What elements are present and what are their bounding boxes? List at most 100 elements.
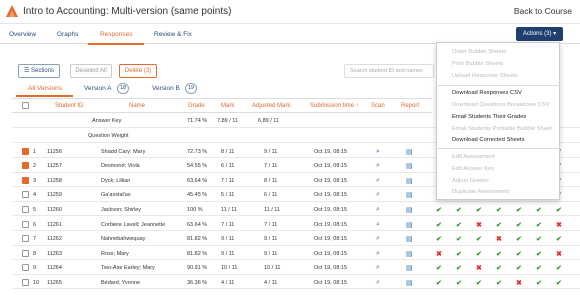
correct-check-icon: ✔ bbox=[496, 279, 502, 287]
report-document-icon[interactable]: ▤ bbox=[406, 235, 413, 243]
menu-item-upload-response-sheets[interactable]: Upload Response Sheets bbox=[452, 73, 518, 79]
report-document-icon[interactable]: ▤ bbox=[406, 177, 413, 185]
student-adjusted-mark: 11 / 11 bbox=[264, 206, 281, 213]
menu-item-email-students-printable-bubble-sheet[interactable]: Email Students Printable Bubble Sheet bbox=[452, 126, 552, 132]
tab-overview[interactable]: Overview bbox=[9, 31, 36, 38]
row-number: 1 bbox=[33, 148, 37, 155]
row-checkbox[interactable] bbox=[22, 162, 29, 170]
scan-search-icon[interactable]: ⌕ bbox=[376, 221, 380, 229]
row-checkbox[interactable] bbox=[22, 249, 29, 257]
student-name: Ross; Mary bbox=[101, 250, 129, 257]
correct-check-icon: ✔ bbox=[536, 279, 542, 287]
student-name: Ga'axstal'as bbox=[101, 192, 131, 199]
row-checkbox[interactable] bbox=[22, 278, 29, 286]
tab-responses[interactable]: Responses bbox=[100, 31, 133, 38]
scan-search-icon[interactable]: ⌕ bbox=[376, 279, 380, 287]
menu-item-email-students-their-grades[interactable]: Email Students Their Grades bbox=[452, 114, 526, 120]
correct-check-icon: ✔ bbox=[456, 236, 462, 244]
correct-check-icon: ✔ bbox=[496, 221, 502, 229]
col-grade[interactable]: Grade bbox=[188, 103, 205, 109]
scan-search-icon[interactable]: ⌕ bbox=[376, 250, 380, 258]
student-adjusted-mark: 7 / 11 bbox=[264, 221, 278, 228]
row-checkbox[interactable] bbox=[22, 220, 29, 228]
tab-version-b[interactable]: Version B bbox=[152, 85, 180, 92]
menu-item-edit-assessment[interactable]: Edit Assessment bbox=[452, 154, 495, 160]
menu-item-download-corrected-sheets[interactable]: Download Corrected Sheets bbox=[452, 137, 525, 143]
report-document-icon[interactable]: ▤ bbox=[406, 162, 413, 170]
col-name[interactable]: Name bbox=[129, 103, 145, 109]
report-document-icon[interactable]: ▤ bbox=[406, 206, 413, 214]
submission-time: Oct 19, 08:15 bbox=[314, 206, 348, 213]
student-grade: 72.73 % bbox=[187, 148, 208, 155]
tab-version-a[interactable]: Version A bbox=[84, 85, 111, 92]
search-input[interactable]: Search student ID and names bbox=[344, 64, 434, 78]
row-checkbox[interactable] bbox=[22, 235, 29, 243]
row-checkbox[interactable] bbox=[22, 147, 29, 155]
row-checkbox[interactable] bbox=[22, 191, 29, 199]
student-name: Bédard; Yvonne bbox=[101, 279, 141, 286]
report-document-icon[interactable]: ▤ bbox=[406, 250, 413, 258]
student-adjusted-mark: 9 / 11 bbox=[264, 236, 278, 243]
menu-item-download-responses-csv[interactable]: Download Responses CSV bbox=[452, 90, 522, 96]
col-submission-time[interactable]: Submission time ↑ bbox=[310, 103, 359, 109]
menu-item-edit-answer-key[interactable]: Edit Answer Key bbox=[452, 166, 494, 172]
col-scan: Scan bbox=[371, 103, 385, 109]
report-document-icon[interactable]: ▤ bbox=[406, 279, 413, 287]
student-id: 11263 bbox=[47, 250, 62, 257]
student-id: 11265 bbox=[47, 279, 62, 286]
report-document-icon[interactable]: ▤ bbox=[406, 221, 413, 229]
correct-check-icon: ✔ bbox=[516, 221, 522, 229]
question-weight-label: Question Weight bbox=[88, 133, 129, 139]
student-adjusted-mark: 10 / 11 bbox=[264, 265, 281, 272]
student-name: Nahnebahwequay bbox=[101, 236, 146, 243]
menu-item-print-bubble-sheets[interactable]: Print Bubble Sheets bbox=[452, 61, 503, 67]
tab-review-fix[interactable]: Review & Fix bbox=[154, 31, 192, 38]
row-checkbox[interactable] bbox=[22, 205, 29, 213]
correct-check-icon: ✔ bbox=[556, 265, 562, 273]
scan-search-icon[interactable]: ⌕ bbox=[376, 177, 380, 185]
menu-item-download-questions-breakdown-csv[interactable]: Download Questions Breakdown CSV bbox=[452, 102, 550, 108]
scan-search-icon[interactable]: ⌕ bbox=[376, 148, 380, 156]
col-adjusted-mark[interactable]: Adjusted Mark bbox=[252, 103, 290, 109]
row-number: 2 bbox=[33, 163, 37, 170]
student-grade: 90.91 % bbox=[187, 265, 208, 272]
correct-check-icon: ✔ bbox=[476, 236, 482, 244]
report-document-icon[interactable]: ▤ bbox=[406, 264, 413, 272]
submission-time: Oct 19, 08:15 bbox=[314, 265, 348, 272]
tab-graphs[interactable]: Graphs bbox=[57, 31, 78, 38]
correct-check-icon: ✔ bbox=[516, 250, 522, 258]
report-document-icon[interactable]: ▤ bbox=[406, 191, 413, 199]
row-number: 9 bbox=[33, 265, 37, 272]
menu-item-order-bubble-sheets[interactable]: Order Bubble Sheets bbox=[452, 49, 506, 55]
delete-button[interactable]: Delete (3) bbox=[119, 64, 157, 78]
deselect-all-button[interactable]: Deselect All bbox=[70, 64, 112, 78]
student-id: 11256 bbox=[47, 148, 62, 155]
scan-search-icon[interactable]: ⌕ bbox=[376, 191, 380, 199]
back-to-course-link[interactable]: Back to Course bbox=[514, 6, 572, 16]
row-checkbox[interactable] bbox=[22, 264, 29, 272]
sections-button[interactable]: ☰ Sections bbox=[18, 64, 60, 78]
table-row bbox=[12, 246, 580, 261]
scan-search-icon[interactable]: ⌕ bbox=[376, 162, 380, 170]
select-all-checkbox[interactable] bbox=[22, 102, 29, 109]
row-number: 6 bbox=[33, 221, 37, 228]
correct-check-icon: ✔ bbox=[436, 206, 442, 214]
student-mark: 7 / 11 bbox=[221, 221, 235, 228]
scan-search-icon[interactable]: ⌕ bbox=[376, 206, 380, 214]
tab-all-versions[interactable]: All Versions bbox=[28, 85, 62, 92]
menu-item-duplicate-assessment[interactable]: Duplicate Assessment bbox=[452, 189, 509, 195]
menu-item-adjust-grades[interactable]: Adjust Grades bbox=[452, 178, 489, 184]
student-id: 11260 bbox=[47, 206, 62, 213]
answer-key-adjusted: 6.89 / 11 bbox=[258, 118, 279, 124]
student-id: 11257 bbox=[47, 163, 62, 170]
report-document-icon[interactable]: ▤ bbox=[406, 148, 413, 156]
student-name: Corbiere Lavell; Jeannette bbox=[101, 221, 166, 228]
scan-search-icon[interactable]: ⌕ bbox=[376, 264, 380, 272]
col-mark[interactable]: Mark bbox=[221, 103, 234, 109]
scan-search-icon[interactable]: ⌕ bbox=[376, 235, 380, 243]
col-student-id[interactable]: Student ID bbox=[55, 103, 83, 109]
actions-button[interactable]: Actions (3) ▾ bbox=[516, 27, 563, 41]
row-checkbox[interactable] bbox=[22, 176, 29, 184]
table-row bbox=[12, 261, 580, 275]
correct-check-icon: ✔ bbox=[536, 206, 542, 214]
